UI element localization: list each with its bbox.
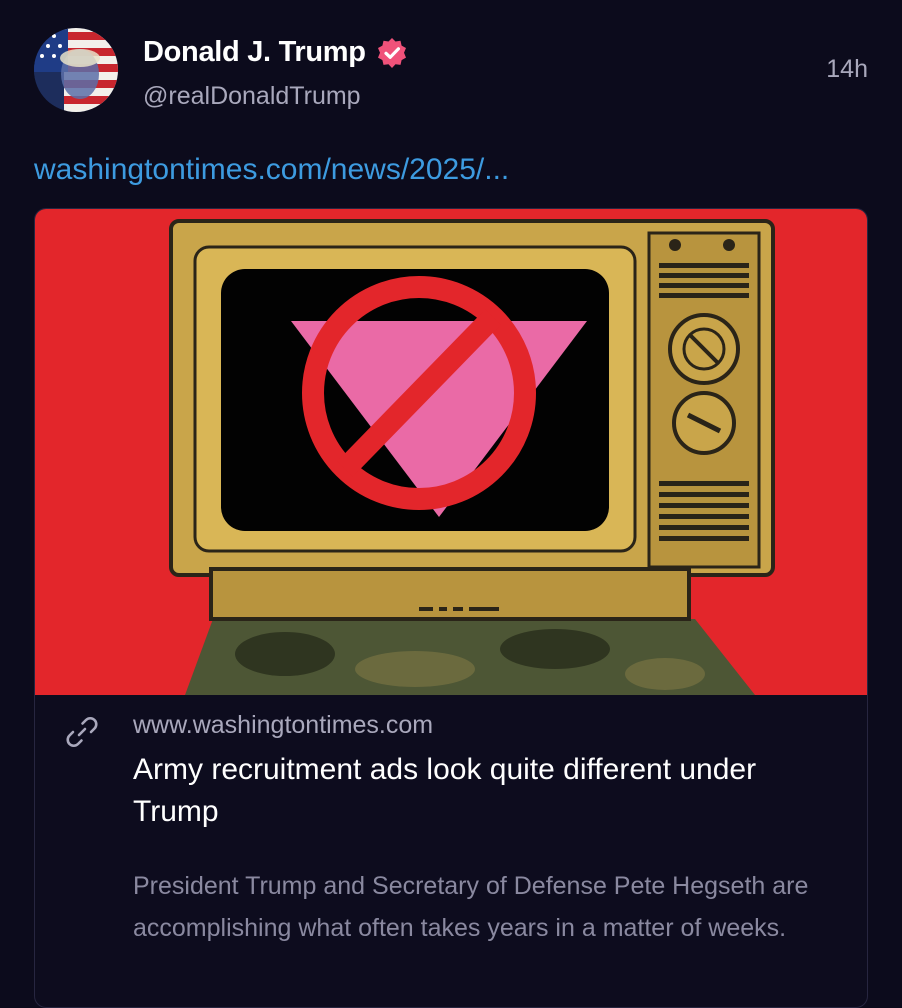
avatar[interactable] [34,28,118,112]
author-name-row[interactable]: Donald J. Trump [143,36,408,69]
preview-title[interactable]: Army recruitment ads look quite differen… [133,749,793,833]
link-preview-card[interactable]: www.washingtontimes.com Army recruitment… [34,208,868,1008]
post-timestamp[interactable]: 14h [826,55,868,84]
preview-domain: www.washingtontimes.com [133,711,434,739]
author-handle[interactable]: @realDonaldTrump [143,82,361,111]
preview-image[interactable] [35,209,867,695]
verified-badge-icon [377,37,406,68]
preview-description: President Trump and Secretary of Defense… [133,872,809,942]
post-link[interactable]: washingtontimes.com/news/2025/... [34,153,509,187]
link-icon [66,717,98,747]
author-name[interactable]: Donald J. Trump [143,36,366,69]
